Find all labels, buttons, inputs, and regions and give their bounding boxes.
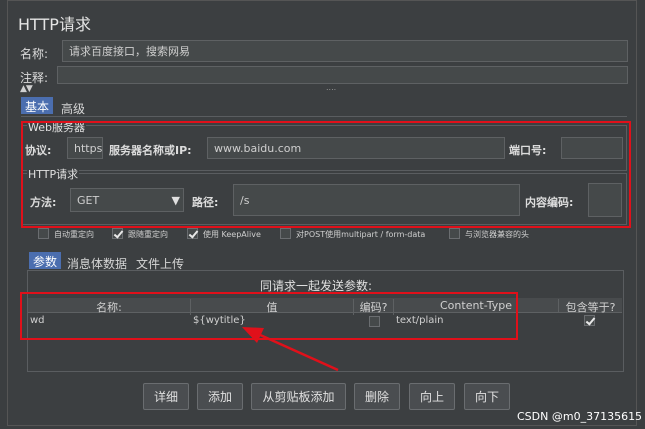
- move-up-button[interactable]: 向上: [409, 383, 455, 410]
- browser-headers-checkbox[interactable]: [449, 228, 460, 239]
- tab-divider: [21, 116, 627, 117]
- add-from-clipboard-button[interactable]: 从剪贴板添加: [251, 383, 346, 410]
- collapse-arrows-icon[interactable]: ▲▼: [20, 84, 33, 94]
- name-label: 名称:: [20, 47, 49, 61]
- multipart-label: 对POST使用multipart / form-data: [296, 230, 426, 239]
- highlight-box-server: [21, 121, 631, 228]
- red-arrow-icon: [242, 327, 339, 372]
- watermark: CSDN @m0_37135615: [517, 410, 643, 423]
- panel-title: HTTP请求: [18, 15, 91, 34]
- follow-redirect-checkbox[interactable]: [112, 228, 123, 239]
- collapse-hint: ....: [326, 83, 337, 92]
- browser-headers-label: 与浏览器兼容的头: [465, 230, 529, 239]
- move-down-button[interactable]: 向下: [464, 383, 510, 410]
- details-button[interactable]: 详细: [143, 383, 189, 410]
- auto-redirect-label: 自动重定向: [54, 230, 94, 239]
- name-input[interactable]: 请求百度接口，搜索网易: [62, 40, 628, 62]
- keepalive-label: 使用 KeepAlive: [203, 230, 261, 239]
- tab-parameters[interactable]: 参数: [29, 252, 62, 269]
- multipart-checkbox[interactable]: [280, 228, 291, 239]
- add-button[interactable]: 添加: [197, 383, 243, 410]
- auto-redirect-checkbox[interactable]: [38, 228, 49, 239]
- delete-button[interactable]: 删除: [354, 383, 400, 410]
- follow-redirect-label: 跟随重定向: [128, 230, 168, 239]
- tab-basic[interactable]: 基本: [21, 97, 54, 114]
- comment-input[interactable]: [57, 66, 628, 84]
- param-include-equals-checkbox[interactable]: [584, 315, 595, 326]
- keepalive-checkbox[interactable]: [187, 228, 198, 239]
